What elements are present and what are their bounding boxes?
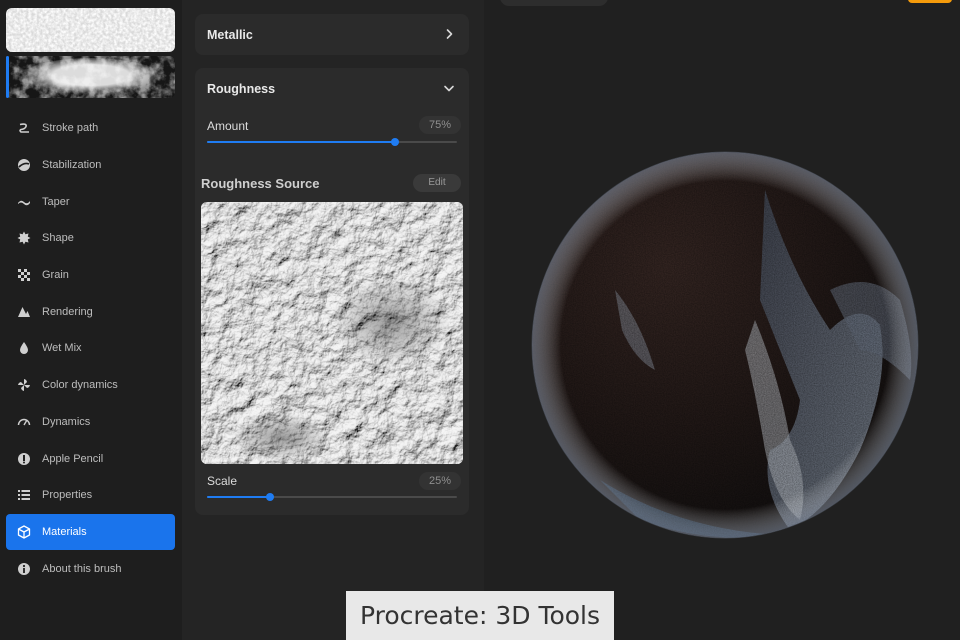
nav-item-label: Properties bbox=[42, 489, 93, 502]
materials-panel: Metallic Roughness Amount 75% Roughness … bbox=[182, 0, 484, 640]
chevron-right-icon[interactable] bbox=[441, 26, 457, 42]
settings-nav: Stroke path Stabilization Taper Shape Gr… bbox=[6, 110, 175, 587]
amount-slider-knob[interactable] bbox=[390, 138, 399, 146]
nav-item-label: Shape bbox=[42, 232, 74, 245]
nav-item-grain[interactable]: Grain bbox=[6, 257, 175, 294]
properties-icon bbox=[17, 488, 31, 502]
chevron-down-icon[interactable] bbox=[441, 80, 457, 96]
nav-item-label: Stabilization bbox=[42, 159, 102, 172]
color-dynamics-icon bbox=[17, 378, 31, 392]
nav-item-wet-mix[interactable]: Wet Mix bbox=[6, 330, 175, 367]
nav-item-rendering[interactable]: Rendering bbox=[6, 293, 175, 330]
nav-item-stroke-path[interactable]: Stroke path bbox=[6, 110, 175, 147]
brush-stroke-preview[interactable] bbox=[6, 8, 175, 52]
roughness-title: Roughness bbox=[207, 82, 276, 96]
nav-item-label: Rendering bbox=[42, 305, 93, 318]
nav-item-label: Apple Pencil bbox=[42, 452, 104, 465]
shape-icon bbox=[17, 231, 31, 245]
brush-shape-preview[interactable] bbox=[6, 56, 175, 98]
done-button[interactable] bbox=[908, 0, 952, 3]
caption-banner: Procreate: 3D Tools bbox=[346, 591, 614, 640]
info-icon bbox=[17, 562, 31, 576]
rendering-icon bbox=[17, 305, 31, 319]
amount-label: Amount bbox=[207, 119, 249, 133]
scale-value: 25% bbox=[418, 472, 461, 490]
roughness-section: Roughness Amount 75% Roughness Source Ed… bbox=[195, 68, 469, 515]
nav-item-label: Wet Mix bbox=[42, 342, 82, 355]
roughness-source-texture[interactable] bbox=[201, 202, 463, 464]
scale-slider-knob[interactable] bbox=[265, 493, 274, 501]
material-preview-sphere[interactable] bbox=[530, 150, 920, 540]
roughness-source-title: Roughness Source bbox=[201, 176, 320, 191]
preview-options-pill[interactable] bbox=[500, 0, 608, 6]
scale-slider-fill bbox=[207, 496, 270, 498]
nav-item-label: Materials bbox=[42, 525, 87, 538]
nav-item-dynamics[interactable]: Dynamics bbox=[6, 404, 175, 441]
dynamics-icon bbox=[17, 415, 31, 429]
brush-settings-sidebar: Stroke path Stabilization Taper Shape Gr… bbox=[0, 0, 182, 640]
selected-brush-indicator bbox=[6, 56, 9, 98]
amount-slider[interactable] bbox=[207, 138, 457, 146]
edit-button[interactable]: Edit bbox=[413, 174, 461, 192]
taper-icon bbox=[17, 195, 31, 209]
amount-slider-fill bbox=[207, 141, 395, 143]
metallic-title: Metallic bbox=[207, 28, 253, 42]
wet-mix-icon bbox=[17, 341, 31, 355]
nav-item-shape[interactable]: Shape bbox=[6, 220, 175, 257]
nav-item-materials[interactable]: Materials bbox=[6, 513, 175, 551]
nav-item-about-this-brush[interactable]: About this brush bbox=[6, 550, 175, 587]
nav-item-label: Color dynamics bbox=[42, 379, 118, 392]
nav-item-label: Grain bbox=[42, 269, 69, 282]
stroke-path-icon bbox=[17, 121, 31, 135]
material-preview-viewport[interactable] bbox=[484, 0, 960, 640]
nav-item-taper[interactable]: Taper bbox=[6, 183, 175, 220]
nav-item-label: Taper bbox=[42, 195, 70, 208]
metallic-section[interactable]: Metallic bbox=[195, 14, 469, 55]
nav-item-stabilization[interactable]: Stabilization bbox=[6, 147, 175, 184]
stabilization-icon bbox=[17, 158, 31, 172]
amount-value: 75% bbox=[418, 116, 461, 134]
grain-icon bbox=[17, 268, 31, 282]
nav-item-color-dynamics[interactable]: Color dynamics bbox=[6, 367, 175, 404]
scale-slider[interactable] bbox=[207, 493, 457, 501]
nav-item-properties[interactable]: Properties bbox=[6, 477, 175, 514]
apple-pencil-icon bbox=[17, 452, 31, 466]
nav-item-label: Stroke path bbox=[42, 122, 99, 135]
materials-icon bbox=[17, 525, 31, 539]
nav-item-label: About this brush bbox=[42, 562, 122, 575]
nav-item-apple-pencil[interactable]: Apple Pencil bbox=[6, 440, 175, 477]
nav-item-label: Dynamics bbox=[42, 415, 91, 428]
scale-label: Scale bbox=[207, 474, 238, 488]
